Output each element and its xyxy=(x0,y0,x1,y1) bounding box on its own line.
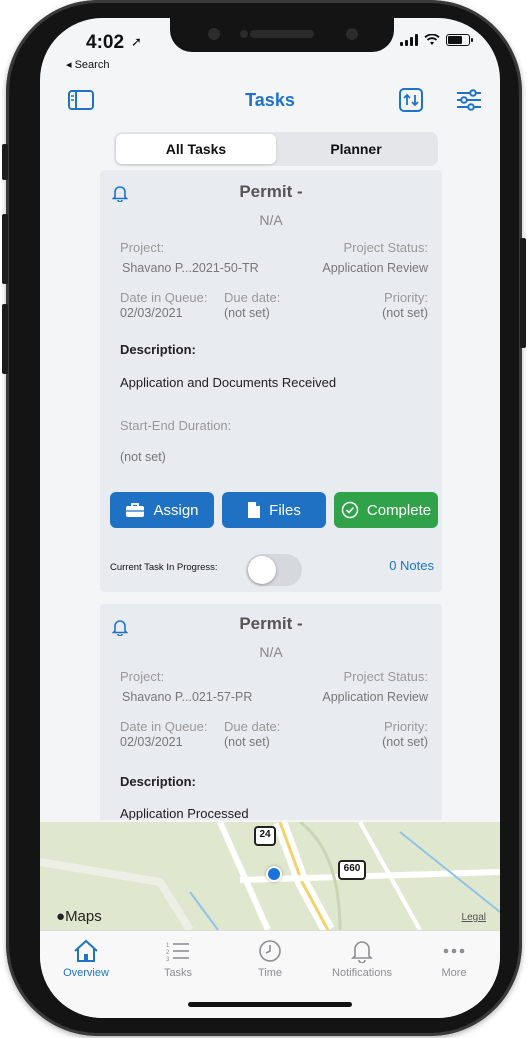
app-screen: 4:02 ➚ ◂ Search Tasks All Tasks Planner … xyxy=(40,18,500,1018)
mute-switch xyxy=(2,144,8,180)
date-in-queue-label: Date in Queue: xyxy=(120,719,208,734)
project-status-value: Application Review xyxy=(322,261,428,275)
project-label: Project: xyxy=(120,669,165,684)
tab-notifications[interactable]: Notifications xyxy=(316,939,408,979)
date-in-queue-label: Date in Queue: xyxy=(120,290,208,305)
sort-icon[interactable] xyxy=(396,86,426,114)
home-icon xyxy=(74,939,98,962)
maps-brand: Maps xyxy=(65,908,102,925)
power-button xyxy=(520,238,526,348)
apple-icon: ● xyxy=(56,908,66,925)
description-text: Application Processed xyxy=(120,806,249,820)
project-status-label: Project Status: xyxy=(343,669,428,684)
priority-value: (not set) xyxy=(382,306,428,320)
filter-sliders-icon[interactable] xyxy=(454,86,484,114)
project-value: Shavano P...2021-50-TR xyxy=(122,261,259,275)
map-view[interactable]: 24 660 ●Maps Legal xyxy=(40,822,500,930)
date-in-queue-value: 02/03/2021 xyxy=(120,306,183,320)
task-card[interactable]: Permit - N/A Project: Project Status: Sh… xyxy=(100,170,442,592)
svg-text:2: 2 xyxy=(166,950,170,956)
files-label: Files xyxy=(269,501,301,519)
due-date-value: (not set) xyxy=(224,735,270,749)
highway-shield-24: 24 xyxy=(254,826,276,846)
highway-shield-660: 660 xyxy=(338,860,366,880)
location-pin-icon[interactable] xyxy=(266,866,282,882)
wifi-icon xyxy=(424,34,440,45)
complete-label: Complete xyxy=(366,501,432,519)
tab-tasks[interactable]: 123 Tasks xyxy=(132,939,224,979)
segment-all-tasks[interactable]: All Tasks xyxy=(116,134,276,164)
priority-label: Priority: xyxy=(383,290,428,305)
list-icon: 123 xyxy=(166,943,189,963)
description-label: Description: xyxy=(120,342,196,357)
page-title: Tasks xyxy=(245,90,295,110)
battery-icon xyxy=(446,34,473,46)
check-circle-icon xyxy=(341,501,359,519)
volume-down-button xyxy=(2,304,8,374)
tab-time[interactable]: Time xyxy=(224,939,316,979)
duration-label: Start-End Duration: xyxy=(120,418,232,433)
project-value: Shavano P...021-57-PR xyxy=(122,690,253,704)
tab-label: Overview xyxy=(63,967,109,979)
due-date-label: Due date: xyxy=(224,719,281,734)
complete-button[interactable]: Complete xyxy=(334,492,438,528)
briefcase-icon xyxy=(126,503,145,517)
segment-planner[interactable]: Planner xyxy=(276,134,436,164)
task-card[interactable]: Permit - N/A Project: Project Status: Sh… xyxy=(100,604,442,820)
in-progress-label: Current Task In Progress: xyxy=(110,562,218,573)
status-indicators xyxy=(400,34,473,46)
due-date-label: Due date: xyxy=(224,290,281,305)
location-arrow-icon: ➚ xyxy=(131,34,142,49)
tab-label: Tasks xyxy=(163,967,193,979)
notch xyxy=(170,18,394,52)
assign-label: Assign xyxy=(153,501,199,519)
home-indicator[interactable] xyxy=(188,1002,352,1007)
back-to-search-link[interactable]: ◂ Search xyxy=(66,58,109,71)
due-date-value: (not set) xyxy=(224,306,270,320)
view-segmented-control: All Tasks Planner xyxy=(114,132,438,166)
project-status-value: Application Review xyxy=(322,690,428,704)
tab-overview[interactable]: Overview xyxy=(40,939,132,979)
volume-up-button xyxy=(2,214,8,284)
date-in-queue-value: 02/03/2021 xyxy=(120,735,183,749)
priority-value: (not set) xyxy=(382,735,428,749)
tab-label: More xyxy=(441,967,467,979)
duration-value: (not set) xyxy=(120,450,166,464)
legal-link[interactable]: Legal xyxy=(462,912,486,923)
files-button[interactable]: Files xyxy=(222,492,326,528)
signal-icon xyxy=(400,34,418,46)
tab-label: Time xyxy=(257,967,283,979)
status-time: 4:02 xyxy=(86,32,125,53)
maps-logo: ●Maps xyxy=(56,908,102,925)
in-progress-toggle[interactable] xyxy=(246,554,302,586)
assign-button[interactable]: Assign xyxy=(110,492,214,528)
description-text: Application and Documents Received xyxy=(120,375,337,390)
task-subtitle: N/A xyxy=(259,644,283,660)
tab-more[interactable]: More xyxy=(408,939,500,979)
clock-icon xyxy=(259,940,281,962)
task-title: Permit - xyxy=(239,614,303,633)
task-subtitle: N/A xyxy=(259,212,283,228)
task-title: Permit - xyxy=(239,182,303,201)
svg-text:3: 3 xyxy=(166,957,170,963)
bell-icon xyxy=(351,941,373,963)
svg-text:1: 1 xyxy=(166,943,170,949)
document-icon xyxy=(248,502,261,518)
notes-link[interactable]: 0 Notes xyxy=(389,558,434,573)
task-list[interactable]: Permit - N/A Project: Project Status: Sh… xyxy=(100,170,442,820)
phone-frame: 4:02 ➚ ◂ Search Tasks All Tasks Planner … xyxy=(2,0,526,1036)
tab-label: Notifications xyxy=(332,967,392,979)
nav-bar: Tasks xyxy=(40,80,500,120)
more-dots-icon xyxy=(443,948,465,954)
priority-label: Priority: xyxy=(383,719,428,734)
project-status-label: Project Status: xyxy=(343,240,428,255)
description-label: Description: xyxy=(120,774,196,789)
project-label: Project: xyxy=(120,240,165,255)
